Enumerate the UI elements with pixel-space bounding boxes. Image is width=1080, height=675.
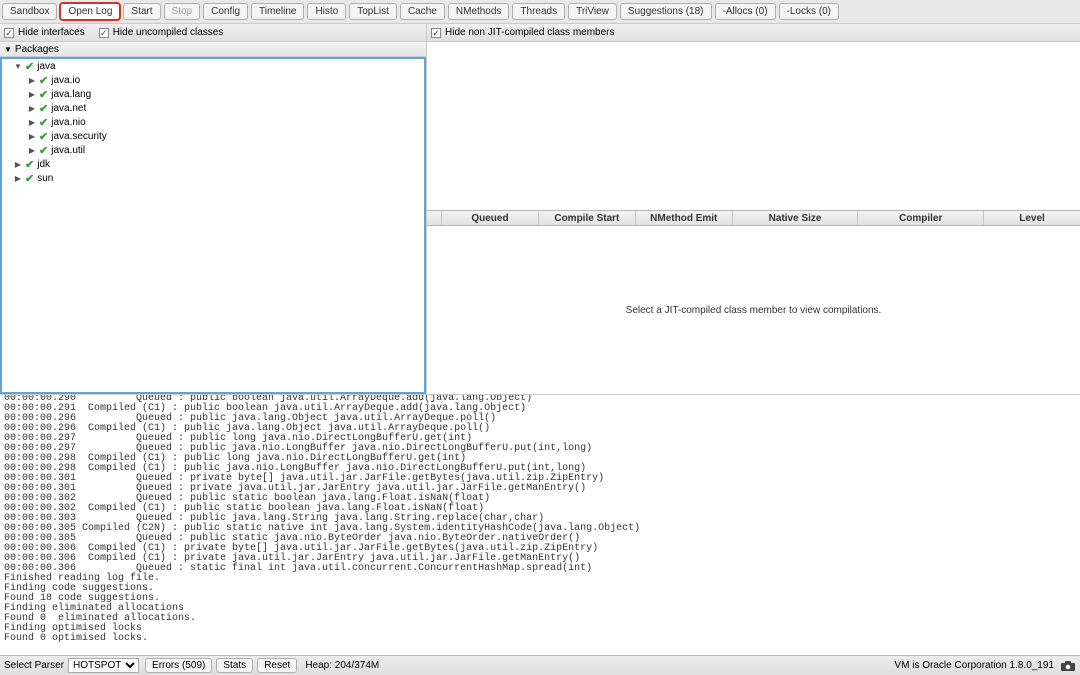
tree-item[interactable]: ▶✔jdk — [0, 157, 426, 171]
checkbox-icon — [4, 28, 14, 38]
tree-item[interactable]: ▶✔java.net — [0, 101, 426, 115]
main-toolbar: Sandbox Open Log Start Stop Config Timel… — [0, 0, 1080, 24]
status-bar: Select Parser HOTSPOT Errors (509) Stats… — [0, 655, 1080, 675]
open-log-button[interactable]: Open Log — [60, 3, 120, 20]
packages-pane: Hide interfaces Hide uncompiled classes … — [0, 24, 427, 394]
toplist-button[interactable]: TopList — [349, 3, 397, 20]
tree-item-label: java.security — [51, 131, 107, 142]
chevron-down-icon: ▼ — [4, 45, 12, 54]
check-icon: ✔ — [25, 60, 34, 73]
check-icon: ✔ — [39, 88, 48, 101]
tree-item[interactable]: ▶✔java.security — [0, 129, 426, 143]
check-icon: ✔ — [25, 158, 34, 171]
tree-item-label: java.net — [51, 103, 86, 114]
col-queued[interactable]: Queued — [442, 211, 539, 225]
hide-uncompiled-checkbox[interactable]: Hide uncompiled classes — [99, 27, 224, 38]
threads-button[interactable]: Threads — [512, 3, 565, 20]
checkbox-icon — [99, 28, 109, 38]
sandbox-button[interactable]: Sandbox — [2, 3, 57, 20]
col-level[interactable]: Level — [984, 211, 1080, 225]
tree-item[interactable]: ▼✔java — [0, 59, 426, 73]
hide-interfaces-label: Hide interfaces — [18, 27, 85, 38]
nmethods-button[interactable]: NMethods — [448, 3, 510, 20]
hide-interfaces-checkbox[interactable]: Hide interfaces — [4, 27, 85, 38]
members-list — [427, 42, 1080, 210]
histo-button[interactable]: Histo — [307, 3, 346, 20]
compilation-detail-placeholder: Select a JIT-compiled class member to vi… — [427, 226, 1080, 394]
tree-item-label: java — [37, 61, 55, 72]
hide-uncompiled-label: Hide uncompiled classes — [113, 27, 224, 38]
config-button[interactable]: Config — [203, 3, 248, 20]
chevron-right-icon[interactable]: ▶ — [28, 76, 36, 85]
chevron-right-icon[interactable]: ▶ — [28, 132, 36, 141]
errors-button[interactable]: Errors (509) — [145, 658, 212, 673]
tree-item[interactable]: ▶✔java.io — [0, 73, 426, 87]
check-icon: ✔ — [39, 102, 48, 115]
tree-item-label: java.util — [51, 145, 85, 156]
chevron-right-icon[interactable]: ▶ — [14, 160, 22, 169]
chevron-right-icon[interactable]: ▶ — [28, 146, 36, 155]
locks-button[interactable]: -Locks (0) — [779, 3, 839, 20]
compilation-columns: Queued Compile Start NMethod Emit Native… — [427, 210, 1080, 226]
timeline-button[interactable]: Timeline — [251, 3, 304, 20]
chevron-right-icon[interactable]: ▶ — [28, 90, 36, 99]
tree-item[interactable]: ▶✔java.lang — [0, 87, 426, 101]
tree-item[interactable]: ▶✔java.util — [0, 143, 426, 157]
right-options-bar: Hide non JIT-compiled class members — [427, 24, 1080, 42]
packages-header[interactable]: ▼ Packages — [0, 42, 426, 57]
allocs-button[interactable]: -Allocs (0) — [715, 3, 776, 20]
col-nmethod-emit[interactable]: NMethod Emit — [636, 211, 733, 225]
tree-item[interactable]: ▶✔java.nio — [0, 115, 426, 129]
check-icon: ✔ — [25, 172, 34, 185]
hide-non-jit-label: Hide non JIT-compiled class members — [445, 27, 615, 38]
parser-select[interactable]: HOTSPOT — [68, 658, 139, 673]
left-options-bar: Hide interfaces Hide uncompiled classes — [0, 24, 426, 42]
select-parser-label: Select Parser — [4, 660, 64, 671]
stop-button: Stop — [164, 3, 201, 20]
check-icon: ✔ — [39, 74, 48, 87]
heap-label: Heap: 204/374M — [305, 660, 379, 671]
check-icon: ✔ — [39, 116, 48, 129]
col-spacer — [427, 211, 442, 225]
suggestions-button[interactable]: Suggestions (18) — [620, 3, 712, 20]
chevron-right-icon[interactable]: ▶ — [28, 118, 36, 127]
members-pane: Hide non JIT-compiled class members Queu… — [427, 24, 1080, 394]
check-icon: ✔ — [39, 130, 48, 143]
stats-button[interactable]: Stats — [216, 658, 253, 673]
vm-label: VM is Oracle Corporation 1.8.0_191 — [894, 660, 1054, 671]
tree-item-label: jdk — [37, 159, 50, 170]
start-button[interactable]: Start — [123, 3, 160, 20]
packages-tree[interactable]: ▼✔java▶✔java.io▶✔java.lang▶✔java.net▶✔ja… — [0, 57, 426, 394]
col-compiler[interactable]: Compiler — [858, 211, 984, 225]
checkbox-icon — [431, 28, 441, 38]
col-compile-start[interactable]: Compile Start — [539, 211, 636, 225]
tree-item[interactable]: ▶✔sun — [0, 171, 426, 185]
tree-item-label: java.lang — [51, 89, 91, 100]
chevron-down-icon[interactable]: ▼ — [14, 62, 22, 71]
chevron-right-icon[interactable]: ▶ — [28, 104, 36, 113]
tree-item-label: sun — [37, 173, 53, 184]
hide-non-jit-checkbox[interactable]: Hide non JIT-compiled class members — [431, 27, 615, 38]
chevron-right-icon[interactable]: ▶ — [14, 174, 22, 183]
camera-icon[interactable] — [1060, 660, 1076, 672]
cache-button[interactable]: Cache — [400, 3, 445, 20]
check-icon: ✔ — [39, 144, 48, 157]
log-output[interactable]: 00:00:00.290 Queued : public boolean jav… — [0, 394, 1080, 646]
packages-header-label: Packages — [15, 44, 59, 55]
reset-button[interactable]: Reset — [257, 658, 297, 673]
col-native-size[interactable]: Native Size — [733, 211, 859, 225]
top-split: Hide interfaces Hide uncompiled classes … — [0, 24, 1080, 394]
tree-item-label: java.io — [51, 75, 80, 86]
triview-button[interactable]: TriView — [568, 3, 617, 20]
tree-item-label: java.nio — [51, 117, 85, 128]
